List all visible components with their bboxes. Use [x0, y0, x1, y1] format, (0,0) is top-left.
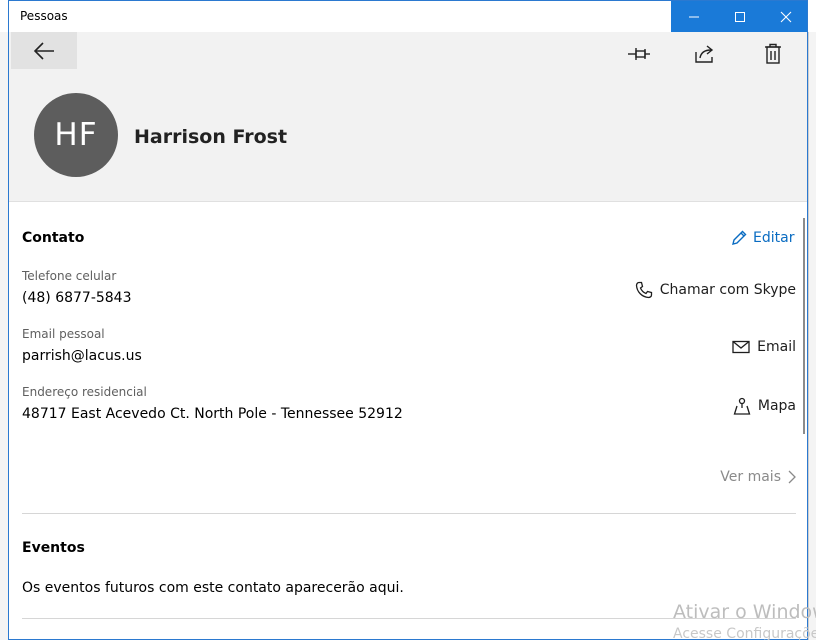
background-window-right [808, 32, 816, 640]
window-controls [671, 1, 807, 33]
chevron-right-icon [788, 470, 796, 484]
mail-icon [732, 340, 750, 354]
field-value-phone[interactable]: (48) 6877-5843 [22, 290, 132, 306]
see-more-label: Ver mais [720, 469, 781, 485]
call-skype-label: Chamar com Skype [659, 282, 796, 298]
map-button[interactable]: Mapa [733, 397, 796, 415]
phone-icon [635, 281, 652, 299]
section-title-contact: Contato [22, 230, 85, 246]
field-label-phone: Telefone celular [22, 269, 117, 283]
field-label-address: Endereço residencial [22, 385, 147, 399]
call-skype-button[interactable]: Chamar com Skype [635, 281, 796, 299]
close-button[interactable] [763, 1, 807, 33]
field-value-address[interactable]: 48717 East Acevedo Ct. North Pole - Tenn… [22, 406, 403, 422]
see-more-button[interactable]: Ver mais [720, 469, 796, 485]
map-label: Mapa [757, 398, 796, 414]
contact-name: Harrison Frost [134, 126, 288, 148]
share-button[interactable] [691, 40, 719, 68]
pencil-icon [732, 230, 747, 245]
back-arrow-icon [33, 41, 54, 60]
trash-icon [765, 43, 781, 64]
edit-label: Editar [753, 230, 795, 246]
back-button[interactable] [11, 32, 77, 69]
email-action-label: Email [757, 339, 796, 355]
share-icon [695, 45, 714, 63]
minimize-button[interactable] [671, 1, 717, 33]
edit-button[interactable]: Editar [731, 230, 794, 246]
people-app-window: Pessoas HF Harrison Frost Contato Editar… [8, 0, 808, 640]
scrollbar[interactable] [803, 218, 805, 434]
pin-button[interactable] [625, 40, 653, 68]
section-divider [22, 513, 796, 514]
email-button[interactable]: Email [732, 339, 796, 355]
contact-header: HF Harrison Frost [9, 32, 807, 202]
delete-button[interactable] [759, 40, 787, 68]
avatar: HF [34, 93, 118, 177]
pin-icon [628, 48, 650, 60]
title-bar: Pessoas [9, 0, 807, 33]
activation-watermark: Ativar o Windows [673, 601, 816, 623]
section-title-events: Eventos [22, 540, 85, 556]
events-empty-text: Os eventos futuros com este contato apar… [22, 580, 404, 596]
activation-watermark-sub: Acesse Configurações [673, 626, 816, 640]
minimize-icon [689, 16, 699, 18]
maximize-button[interactable] [717, 1, 763, 33]
field-value-email[interactable]: parrish@lacus.us [22, 348, 142, 364]
avatar-initials: HF [54, 117, 98, 153]
contact-details: Contato Editar Telefone celular (48) 687… [9, 203, 807, 639]
field-label-email: Email pessoal [22, 327, 105, 341]
window-title: Pessoas [20, 9, 68, 23]
map-pin-icon [733, 397, 751, 415]
maximize-icon [735, 12, 745, 22]
close-icon [780, 11, 792, 23]
